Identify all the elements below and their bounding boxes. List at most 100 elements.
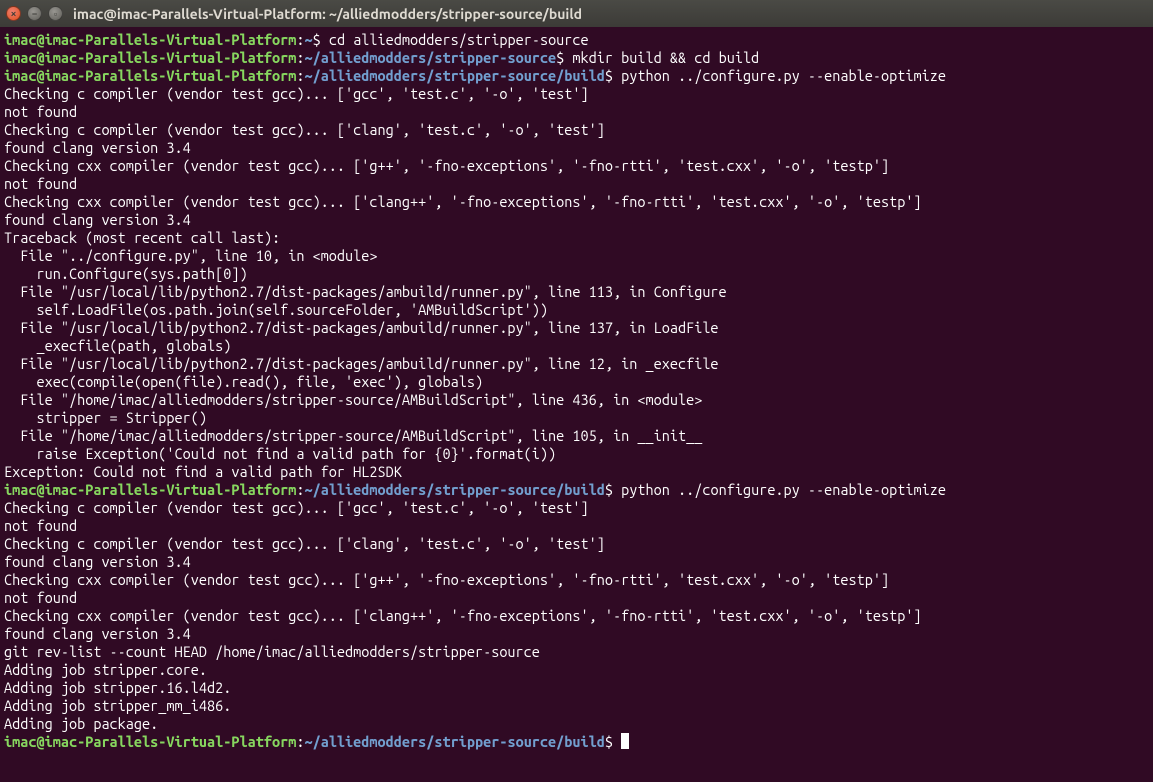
cursor [621, 733, 629, 749]
output-line: File "../configure.py", line 10, in <mod… [4, 247, 1149, 265]
output-text: File "/home/imac/alliedmodders/stripper-… [4, 391, 702, 408]
output-line: found clang version 3.4 [4, 553, 1149, 571]
prompt-path: ~/alliedmodders/stripper-source/build [304, 481, 604, 498]
output-text: Adding job stripper.16.l4d2. [4, 679, 231, 696]
output-text: File "/usr/local/lib/python2.7/dist-pack… [4, 283, 727, 300]
output-text: not found [4, 103, 77, 120]
prompt-path: ~/alliedmodders/stripper-source/build [304, 733, 604, 750]
output-line: Traceback (most recent call last): [4, 229, 1149, 247]
output-line: Checking c compiler (vendor test gcc)...… [4, 121, 1149, 139]
output-text: git rev-list --count HEAD /home/imac/all… [4, 643, 540, 660]
prompt-dollar: $ [605, 481, 621, 498]
output-text: not found [4, 517, 77, 534]
output-line: File "/usr/local/lib/python2.7/dist-pack… [4, 283, 1149, 301]
prompt-path: ~ [304, 31, 312, 48]
output-line: Checking c compiler (vendor test gcc)...… [4, 535, 1149, 553]
output-text: Checking c compiler (vendor test gcc)...… [4, 85, 589, 102]
output-line: File "/home/imac/alliedmodders/stripper-… [4, 427, 1149, 445]
prompt-userhost: imac@imac-Parallels-Virtual-Platform [4, 481, 296, 498]
maximize-icon[interactable]: ▫ [48, 6, 63, 21]
output-line: _execfile(path, globals) [4, 337, 1149, 355]
prompt-dollar: $ [556, 49, 572, 66]
prompt-line: imac@imac-Parallels-Virtual-Platform:~/a… [4, 49, 1149, 67]
command-text: cd alliedmodders/stripper-source [329, 31, 589, 48]
output-text: exec(compile(open(file).read(), file, 'e… [4, 373, 483, 390]
output-text: self.LoadFile(os.path.join(self.sourceFo… [4, 301, 548, 318]
output-text: Traceback (most recent call last): [4, 229, 280, 246]
prompt-dollar: $ [605, 67, 621, 84]
prompt-userhost: imac@imac-Parallels-Virtual-Platform [4, 31, 296, 48]
output-text: File "/home/imac/alliedmodders/stripper-… [4, 427, 702, 444]
output-line: Adding job stripper_mm_i486. [4, 697, 1149, 715]
command-text: mkdir build && cd build [572, 49, 759, 66]
window-controls: × − ▫ [6, 6, 63, 21]
prompt-dollar: $ [313, 31, 329, 48]
output-line: Checking cxx compiler (vendor test gcc).… [4, 193, 1149, 211]
output-line: self.LoadFile(os.path.join(self.sourceFo… [4, 301, 1149, 319]
output-line: File "/usr/local/lib/python2.7/dist-pack… [4, 319, 1149, 337]
output-line: run.Configure(sys.path[0]) [4, 265, 1149, 283]
output-line: found clang version 3.4 [4, 625, 1149, 643]
prompt-line: imac@imac-Parallels-Virtual-Platform:~/a… [4, 67, 1149, 85]
prompt-userhost: imac@imac-Parallels-Virtual-Platform [4, 733, 296, 750]
output-line: Checking c compiler (vendor test gcc)...… [4, 85, 1149, 103]
output-text: Checking c compiler (vendor test gcc)...… [4, 121, 605, 138]
output-text: File "/usr/local/lib/python2.7/dist-pack… [4, 319, 719, 336]
output-text: found clang version 3.4 [4, 211, 191, 228]
output-line: Checking cxx compiler (vendor test gcc).… [4, 157, 1149, 175]
output-text: Checking cxx compiler (vendor test gcc).… [4, 157, 889, 174]
titlebar[interactable]: × − ▫ imac@imac-Parallels-Virtual-Platfo… [0, 0, 1153, 27]
command-text: python ../configure.py --enable-optimize [621, 67, 946, 84]
prompt-dollar: $ [605, 733, 621, 750]
output-text: Checking c compiler (vendor test gcc)...… [4, 499, 589, 516]
prompt-userhost: imac@imac-Parallels-Virtual-Platform [4, 49, 296, 66]
output-text: _execfile(path, globals) [4, 337, 231, 354]
minimize-icon[interactable]: − [27, 6, 42, 21]
output-text: Adding job stripper_mm_i486. [4, 697, 231, 714]
output-line: Checking cxx compiler (vendor test gcc).… [4, 571, 1149, 589]
output-text: Checking cxx compiler (vendor test gcc).… [4, 571, 889, 588]
output-line: found clang version 3.4 [4, 211, 1149, 229]
prompt-line: imac@imac-Parallels-Virtual-Platform:~/a… [4, 481, 1149, 499]
window-title: imac@imac-Parallels-Virtual-Platform: ~/… [73, 5, 582, 23]
output-text: stripper = Stripper() [4, 409, 207, 426]
prompt-line: imac@imac-Parallels-Virtual-Platform:~/a… [4, 733, 1149, 751]
output-line: not found [4, 103, 1149, 121]
output-line: Checking cxx compiler (vendor test gcc).… [4, 607, 1149, 625]
output-text: not found [4, 175, 77, 192]
prompt-path: ~/alliedmodders/stripper-source [304, 49, 556, 66]
output-text: File "../configure.py", line 10, in <mod… [4, 247, 378, 264]
output-line: git rev-list --count HEAD /home/imac/all… [4, 643, 1149, 661]
output-line: not found [4, 589, 1149, 607]
terminal-viewport[interactable]: imac@imac-Parallels-Virtual-Platform:~$ … [0, 27, 1153, 755]
output-text: run.Configure(sys.path[0]) [4, 265, 248, 282]
output-text: Adding job stripper.core. [4, 661, 207, 678]
output-text: Checking cxx compiler (vendor test gcc).… [4, 607, 922, 624]
command-text: python ../configure.py --enable-optimize [621, 481, 946, 498]
output-line: Exception: Could not find a valid path f… [4, 463, 1149, 481]
output-line: not found [4, 175, 1149, 193]
prompt-userhost: imac@imac-Parallels-Virtual-Platform [4, 67, 296, 84]
output-text: File "/usr/local/lib/python2.7/dist-pack… [4, 355, 719, 372]
prompt-line: imac@imac-Parallels-Virtual-Platform:~$ … [4, 31, 1149, 49]
output-line: stripper = Stripper() [4, 409, 1149, 427]
output-text: raise Exception('Could not find a valid … [4, 445, 556, 462]
output-text: Checking cxx compiler (vendor test gcc).… [4, 193, 922, 210]
output-text: Exception: Could not find a valid path f… [4, 463, 402, 480]
output-line: raise Exception('Could not find a valid … [4, 445, 1149, 463]
close-icon[interactable]: × [6, 6, 21, 21]
output-line: File "/home/imac/alliedmodders/stripper-… [4, 391, 1149, 409]
output-text: found clang version 3.4 [4, 139, 191, 156]
output-text: Adding job package. [4, 715, 158, 732]
output-text: Checking c compiler (vendor test gcc)...… [4, 535, 605, 552]
output-line: Adding job package. [4, 715, 1149, 733]
output-text: found clang version 3.4 [4, 553, 191, 570]
output-line: File "/usr/local/lib/python2.7/dist-pack… [4, 355, 1149, 373]
output-line: not found [4, 517, 1149, 535]
output-text: found clang version 3.4 [4, 625, 191, 642]
output-line: exec(compile(open(file).read(), file, 'e… [4, 373, 1149, 391]
output-text: not found [4, 589, 77, 606]
output-line: found clang version 3.4 [4, 139, 1149, 157]
prompt-path: ~/alliedmodders/stripper-source/build [304, 67, 604, 84]
output-line: Checking c compiler (vendor test gcc)...… [4, 499, 1149, 517]
